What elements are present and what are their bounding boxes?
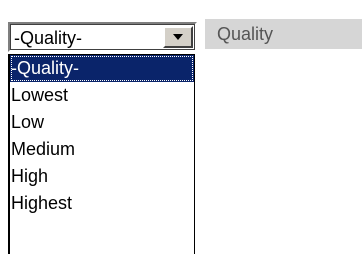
option-highest[interactable]: Highest [10,190,194,217]
quality-label-bar: Quality [205,19,362,49]
chevron-down-icon [173,34,183,40]
option-high[interactable]: High [10,163,194,190]
dropdown-arrow-button[interactable] [163,26,193,48]
quality-select[interactable]: -Quality- [8,22,197,52]
quality-dropdown-list: -Quality- Lowest Low Medium High Highest [8,54,195,254]
option-low[interactable]: Low [10,109,194,136]
option-lowest[interactable]: Lowest [10,82,194,109]
option-quality-placeholder[interactable]: -Quality- [10,55,194,82]
quality-label: Quality [217,24,274,44]
option-medium[interactable]: Medium [10,136,194,163]
quality-select-value: -Quality- [14,28,83,48]
